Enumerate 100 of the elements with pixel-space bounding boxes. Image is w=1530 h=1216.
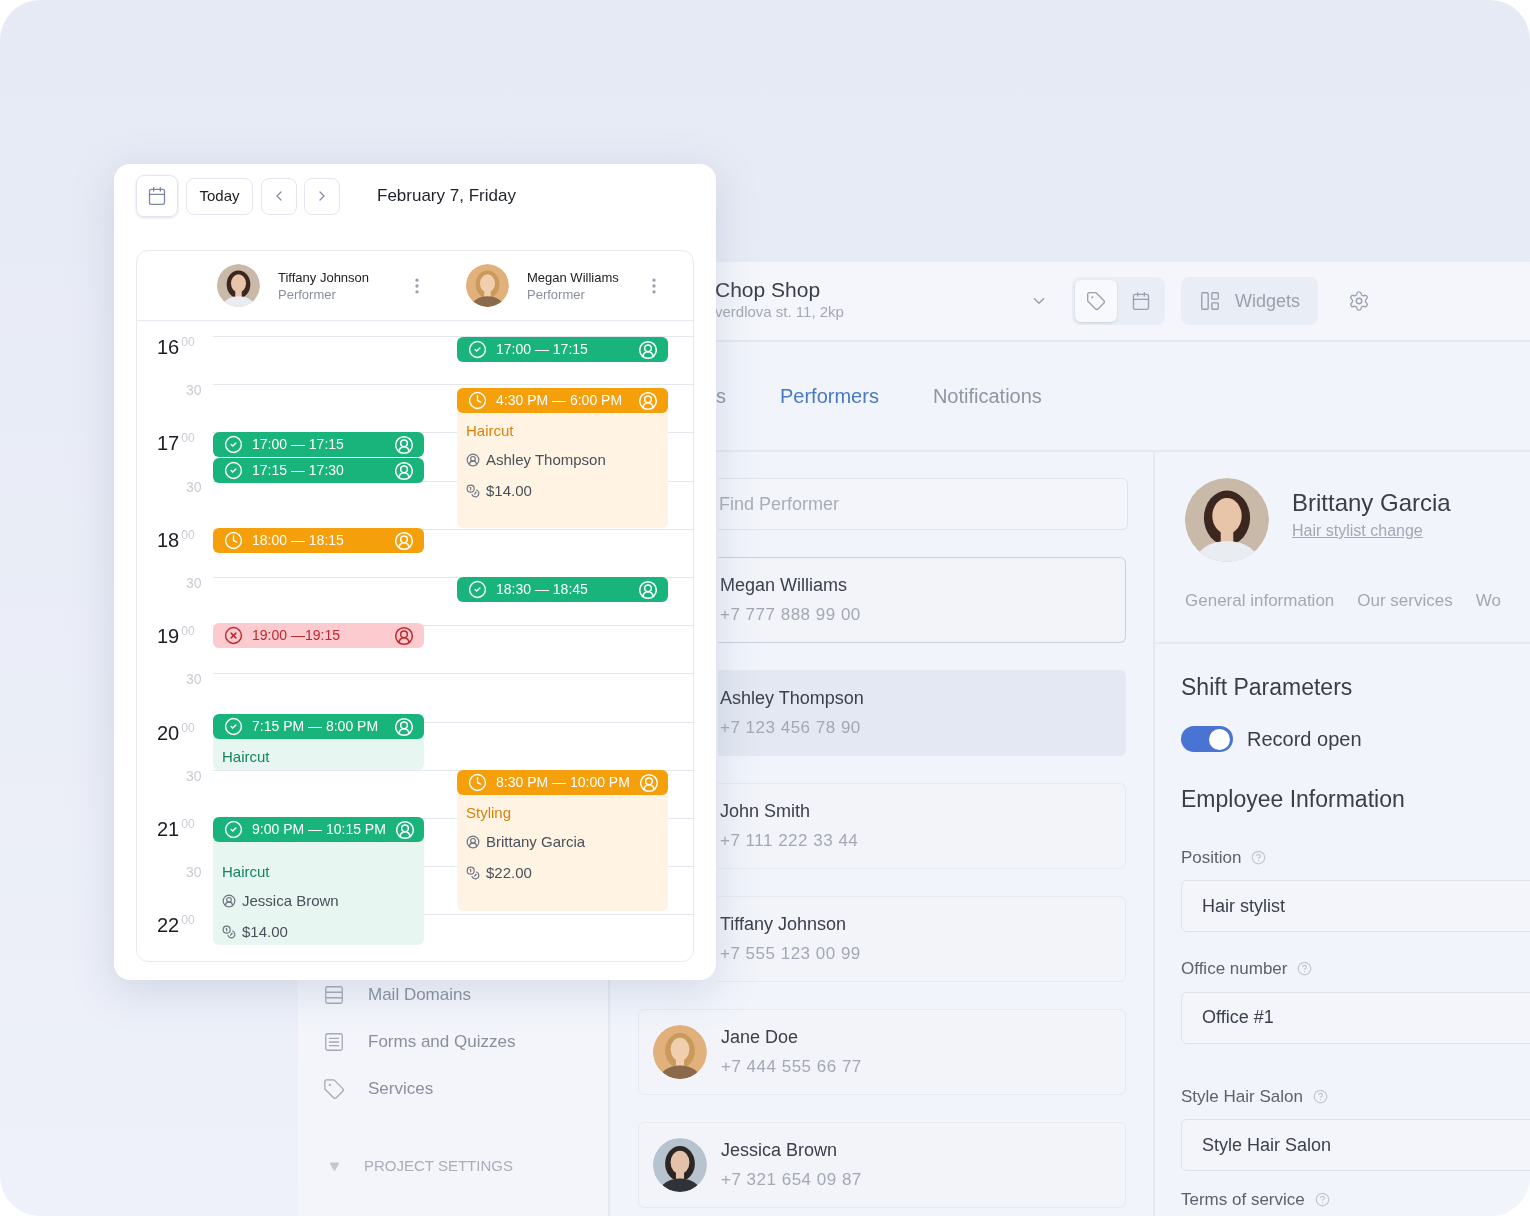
sidebar-item[interactable]: Services — [323, 1078, 583, 1100]
sidebar-item[interactable]: Mail Domains — [323, 984, 583, 1006]
tag-icon — [1086, 291, 1106, 311]
performer-name: John Smith — [720, 800, 812, 823]
check-circle-icon — [224, 461, 243, 480]
cross-circle-icon — [224, 626, 243, 645]
next-button[interactable] — [304, 177, 340, 215]
appointment-time[interactable]: 8:30 PM — 10:00 PM — [457, 770, 668, 795]
clock-icon — [468, 391, 487, 410]
clock-icon — [468, 773, 487, 792]
tag-view-button[interactable] — [1075, 280, 1117, 322]
caret-icon[interactable] — [329, 1160, 340, 1172]
service-name: Haircut — [222, 862, 271, 882]
change-link[interactable]: Hair stylist change — [1292, 519, 1451, 543]
phone-number: +7 555 123 00 99 — [720, 943, 861, 965]
appointment-time[interactable]: 17:15 — 17:30 — [213, 458, 424, 483]
staff-name: Megan Williams — [527, 268, 619, 286]
appointment-time[interactable]: 4:30 PM — 6:00 PM — [457, 388, 668, 413]
performer-card[interactable]: John Smith +7 111 222 33 44 — [718, 783, 1126, 869]
appointment-time[interactable]: 7:15 PM — 8:00 PM — [213, 714, 424, 739]
toggle-switch[interactable] — [1181, 726, 1233, 752]
service-name: Styling — [466, 803, 513, 823]
input-field[interactable]: Hair stylist — [1181, 880, 1530, 932]
user-icon — [638, 390, 658, 411]
check-circle-icon — [468, 340, 487, 359]
tab[interactable]: Performers — [780, 381, 879, 411]
performer-card[interactable]: Ashley Thompson +7 123 456 78 90 — [718, 670, 1126, 756]
performer-card[interactable]: Tiffany Johnson +7 555 123 00 99 — [718, 896, 1126, 982]
user-icon — [394, 716, 414, 737]
phone-number: +7 777 888 99 00 — [720, 604, 861, 626]
calendar-icon — [1131, 291, 1151, 311]
input-field[interactable]: Office #1 — [1181, 991, 1530, 1044]
tag-icon — [323, 1078, 345, 1100]
section-title: Employee Information — [1181, 785, 1406, 814]
appointment-time[interactable]: 19:00 —19:15 — [213, 623, 424, 648]
performer-card[interactable]: Megan Williams +7 777 888 99 00 — [718, 557, 1126, 643]
input-field[interactable]: Style Hair Salon — [1181, 1119, 1530, 1171]
check-circle-icon — [224, 717, 243, 736]
help-icon[interactable] — [1251, 849, 1267, 865]
check-circle-icon — [468, 580, 487, 599]
coins-icon — [222, 924, 236, 939]
hour-label: 16 — [157, 336, 180, 358]
coins-icon — [466, 483, 480, 498]
profile-tab[interactable]: Wo — [1475, 588, 1501, 614]
appointment-time[interactable]: 9:00 PM — 10:15 PM — [213, 817, 424, 842]
calendar-button[interactable] — [136, 175, 178, 217]
section-heading: PROJECT SETTINGS — [364, 1156, 513, 1176]
staff-name: Tiffany Johnson — [278, 268, 370, 286]
price: $22.00 — [486, 862, 532, 883]
sidebar-item[interactable]: Forms and Quizzes — [323, 1031, 583, 1053]
appointment-card[interactable]: 7:15 PM — 8:00 PM Haircut — [213, 714, 424, 770]
service-name: Haircut — [222, 747, 271, 767]
performer-name: Jessica Brown — [721, 1139, 839, 1162]
client-name: Brittany Garcia — [486, 832, 586, 852]
user-icon — [638, 339, 658, 360]
performer-card[interactable]: Jessica Brown +7 321 654 09 87 — [638, 1122, 1126, 1208]
appointment-card[interactable]: 8:30 PM — 10:00 PM Styling Brittany Garcia $22.00 — [457, 770, 668, 911]
price: $14.00 — [486, 480, 532, 501]
client-name: Ashley Thompson — [486, 450, 606, 470]
form-icon — [323, 1031, 345, 1053]
tab[interactable]: Notifications — [932, 381, 1042, 411]
hour-label: 17 — [157, 432, 180, 455]
price: $14.00 — [242, 921, 288, 942]
widgets-button[interactable]: Widgets — [1181, 277, 1319, 325]
appointment-time[interactable]: 17:00 — 17:15 — [457, 337, 668, 362]
phone-number: +7 111 222 33 44 — [720, 830, 859, 852]
performer-name: Ashley Thompson — [720, 687, 864, 710]
performer-card[interactable]: Jane Doe +7 444 555 66 77 — [638, 1009, 1126, 1095]
hour-label: 20 — [157, 721, 180, 744]
search-field[interactable]: Find Performer — [718, 478, 1128, 530]
appointment-time[interactable]: 17:00 — 17:15 — [213, 432, 424, 457]
help-icon[interactable] — [1297, 961, 1313, 977]
toggle-label: Record open — [1247, 727, 1362, 752]
clock-icon — [224, 531, 243, 550]
widgets-icon — [1199, 290, 1221, 312]
service-name: Haircut — [466, 421, 515, 441]
performer-name: Megan Williams — [720, 574, 849, 597]
date-title: February 7, Friday — [377, 185, 516, 208]
tab[interactable]: s — [716, 381, 726, 411]
user-icon — [394, 434, 414, 455]
check-circle-icon — [224, 435, 243, 454]
hour-label: 19 — [157, 625, 180, 648]
appointment-time[interactable]: 18:30 — 18:45 — [457, 577, 668, 602]
user-icon — [394, 460, 414, 481]
help-icon[interactable] — [1312, 1088, 1328, 1104]
help-icon[interactable] — [1314, 1192, 1330, 1208]
profile-tab[interactable]: Our services — [1357, 588, 1453, 614]
settings-icon[interactable] — [1348, 290, 1371, 312]
appointment-card[interactable]: 9:00 PM — 10:15 PM Haircut Jessica Brown $14.00 — [213, 817, 424, 945]
field-label: Office number — [1181, 958, 1288, 980]
appointment-card[interactable]: 4:30 PM — 6:00 PM Haircut Ashley Thompson $14.00 — [457, 388, 668, 528]
user-icon — [466, 453, 480, 468]
profile-tab[interactable]: General information — [1185, 588, 1335, 614]
calendar-icon — [147, 186, 167, 206]
previous-button[interactable] — [261, 177, 297, 215]
phone-number: +7 321 654 09 87 — [721, 1169, 862, 1191]
performer-name: Jane Doe — [721, 1026, 800, 1049]
today-button[interactable]: Today — [186, 177, 253, 215]
appointment-time[interactable]: 18:00 — 18:15 — [213, 528, 424, 553]
phone-number: +7 123 456 78 90 — [720, 717, 862, 739]
